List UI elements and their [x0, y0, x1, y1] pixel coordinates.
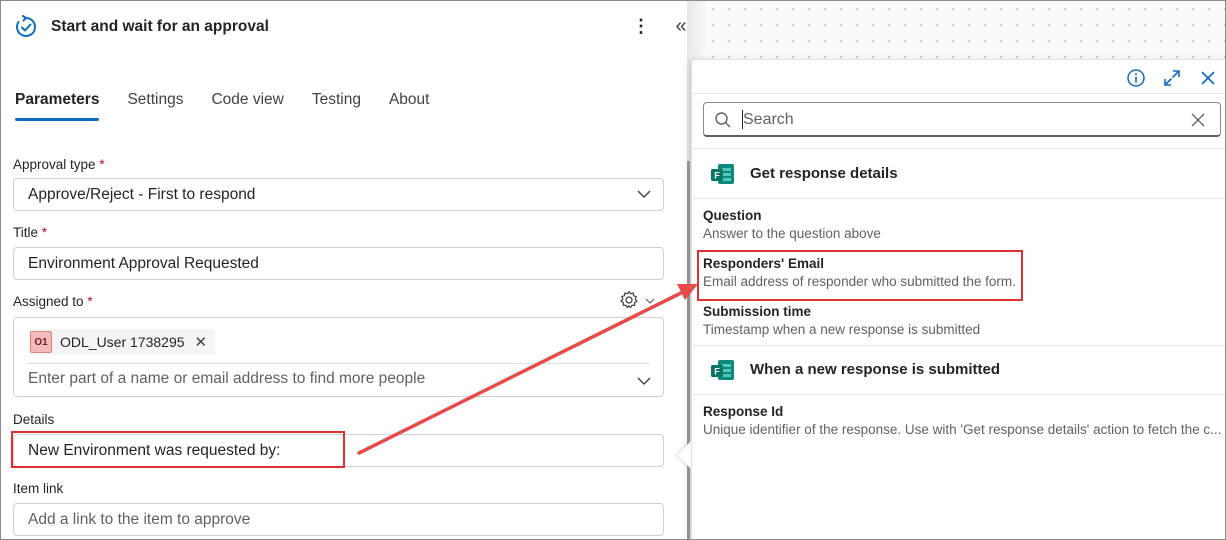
approval-icon: [16, 15, 36, 37]
token-name: Response Id: [703, 404, 784, 419]
required-marker: *: [41, 225, 48, 240]
tab-testing[interactable]: Testing: [312, 91, 361, 121]
tab-bar: Parameters Settings Code view Testing Ab…: [15, 91, 457, 121]
group-name: When a new response is submitted: [750, 361, 1001, 378]
tab-code-view[interactable]: Code view: [211, 91, 283, 121]
token-description: Unique identifier of the response. Use w…: [703, 422, 1222, 437]
token-name: Submission time: [703, 304, 812, 319]
assigned-to-label: Assigned to *: [13, 294, 93, 309]
forms-icon: F: [711, 360, 734, 380]
annotation-box-responders-email: [697, 250, 1023, 301]
group-when-new-response-submitted[interactable]: F When a new response is submitted: [692, 345, 1225, 393]
assigned-to-picker[interactable]: O1 ODL_User 1738295 ✕ Enter part of a na…: [13, 317, 664, 397]
approval-type-value: Approve/Reject - First to respond: [28, 185, 256, 203]
panel-title: Start and wait for an approval: [51, 18, 269, 35]
token-response-id[interactable]: Response Id Unique identifier of the res…: [703, 404, 1223, 437]
details-label: Details: [13, 412, 54, 427]
collapse-panel-icon[interactable]: «: [671, 15, 691, 37]
tab-about[interactable]: About: [389, 91, 430, 121]
required-marker: *: [99, 157, 105, 172]
item-link-label-text: Item link: [13, 481, 64, 496]
token-question[interactable]: Question Answer to the question above: [703, 208, 1223, 241]
tab-settings[interactable]: Settings: [127, 91, 183, 121]
close-icon[interactable]: [1198, 68, 1218, 88]
group-get-response-details[interactable]: F Get response details: [692, 149, 1225, 197]
chevron-down-icon[interactable]: [637, 374, 651, 388]
title-input[interactable]: Environment Approval Requested: [13, 247, 664, 280]
token-description: Answer to the question above: [703, 226, 881, 241]
divider: [28, 363, 649, 364]
annotation-box-details: [11, 431, 345, 468]
title-label: Title *: [13, 225, 47, 240]
expand-icon[interactable]: [1162, 68, 1182, 88]
scrollbar[interactable]: [687, 161, 690, 539]
required-marker: *: [87, 294, 93, 309]
tab-parameters[interactable]: Parameters: [15, 91, 100, 121]
info-icon[interactable]: [1126, 68, 1146, 88]
remove-person-icon[interactable]: ✕: [195, 333, 208, 351]
chevron-down-icon: [637, 190, 651, 198]
assigned-to-label-text: Assigned to: [13, 294, 84, 309]
title-value: Environment Approval Requested: [28, 254, 259, 272]
search-input[interactable]: Search: [703, 102, 1221, 137]
title-label-text: Title: [13, 225, 39, 240]
item-link-placeholder: Add a link to the item to approve: [28, 510, 251, 528]
group-name: Get response details: [750, 165, 898, 182]
search-placeholder: Search: [743, 111, 794, 128]
divider: [692, 198, 1225, 199]
person-chip: O1 ODL_User 1738295 ✕: [28, 329, 216, 355]
person-name: ODL_User 1738295: [60, 334, 185, 350]
token-name: Question: [703, 208, 762, 223]
item-link-input[interactable]: Add a link to the item to approve: [13, 503, 664, 536]
approval-type-label: Approval type *: [13, 157, 105, 172]
chevron-down-icon[interactable]: [644, 295, 656, 307]
more-options-icon[interactable]: ⋮: [632, 15, 650, 37]
popup-pointer: [677, 441, 691, 469]
token-description: Timestamp when a new response is submitt…: [703, 322, 981, 337]
text-cursor: [742, 110, 743, 129]
avatar: O1: [30, 331, 52, 353]
panel-header: Start and wait for an approval ⋮ «: [1, 1, 705, 57]
search-icon: [715, 112, 731, 128]
details-label-text: Details: [13, 412, 55, 427]
item-link-label: Item link: [13, 481, 63, 496]
divider: [692, 394, 1225, 395]
approval-type-dropdown[interactable]: Approve/Reject - First to respond: [13, 178, 664, 211]
token-submission-time[interactable]: Submission time Timestamp when a new res…: [703, 304, 1223, 337]
forms-icon: F: [711, 164, 734, 184]
gear-icon[interactable]: [619, 290, 639, 310]
svg-text:F: F: [714, 367, 720, 377]
popup-toolbar: [692, 60, 1225, 94]
clear-search-icon[interactable]: [1190, 112, 1206, 128]
svg-text:F: F: [714, 171, 720, 181]
people-search-input[interactable]: Enter part of a name or email address to…: [28, 370, 425, 388]
approval-type-label-text: Approval type: [13, 157, 96, 172]
window-frame: Start and wait for an approval ⋮ « Param…: [0, 0, 1226, 540]
